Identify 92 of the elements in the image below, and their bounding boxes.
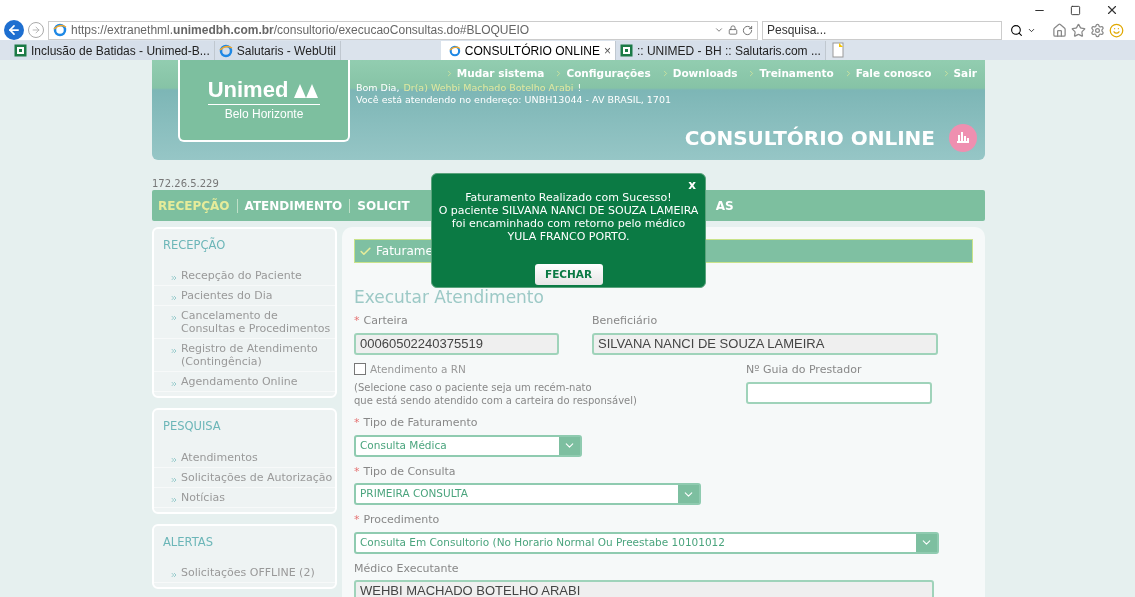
back-arrow-icon bbox=[7, 23, 21, 37]
browser-icon bbox=[448, 43, 461, 58]
refresh-icon[interactable] bbox=[742, 24, 753, 36]
success-text: Faturame bbox=[376, 243, 433, 260]
user-name: Dr(a) Wehbi Machado Botelho Arabi bbox=[403, 81, 574, 94]
sidebar-link[interactable]: Solicitações OFFLINE (2) bbox=[181, 565, 315, 579]
sidebar-link[interactable]: Atendimentos bbox=[181, 450, 258, 464]
sidebar-link[interactable]: Recepção do Paciente bbox=[181, 269, 302, 283]
smiley-icon[interactable] bbox=[1109, 22, 1124, 38]
bullet-icon bbox=[170, 314, 178, 323]
header-link[interactable]: Treinamento bbox=[759, 66, 834, 82]
required-mark: * bbox=[354, 313, 360, 329]
browser-icon bbox=[218, 43, 233, 58]
dialog-message: O paciente SILVANA NANCI DE SOUZA LAMEIRA foi encaminhado com retorno pelo médico YULA FRANCO PORTO. bbox=[437, 204, 700, 243]
field-label: Carteira bbox=[363, 313, 408, 329]
ip-address: 172.26.5.229 bbox=[152, 178, 219, 190]
bullet-icon bbox=[170, 455, 178, 464]
text-field[interactable]: SILVANA NANCI DE SOUZA LAMEIRA bbox=[592, 332, 938, 355]
bullet-icon bbox=[170, 475, 178, 484]
sidebar-link[interactable]: Solicitações de Autorização bbox=[181, 470, 333, 484]
text-field[interactable]: 00060502240375519 bbox=[354, 332, 559, 355]
tab-close[interactable]: × bbox=[603, 41, 611, 60]
checkbox-label: Atendimento a RN bbox=[370, 361, 466, 377]
required-mark: * bbox=[354, 463, 360, 480]
logo-name: Unimed bbox=[207, 77, 289, 102]
field-label: Tipo de Consulta bbox=[363, 463, 456, 480]
site-icon bbox=[14, 44, 27, 57]
search-icon[interactable] bbox=[1010, 23, 1023, 37]
required-mark: * bbox=[354, 512, 360, 529]
browser-tab[interactable]: Inclusão de Batidas - Unimed-B... bbox=[10, 41, 215, 60]
search-field[interactable]: Pesquisa... bbox=[762, 20, 1002, 40]
bullet-icon bbox=[170, 347, 178, 356]
header-link[interactable]: Downloads bbox=[672, 66, 738, 82]
field-label: Médico Executante bbox=[354, 560, 459, 577]
checkbox[interactable] bbox=[354, 363, 366, 376]
sidebar-link[interactable]: Registro de Atendimento (Contingência) bbox=[181, 342, 335, 369]
field-label: Procedimento bbox=[363, 512, 440, 529]
header-link[interactable]: Sair bbox=[953, 66, 977, 82]
form-heading: Executar Atendimento bbox=[354, 287, 545, 307]
forward-arrow-icon bbox=[31, 25, 41, 35]
address-text: Você está atendendo no endereço: UNBH13044 - AV BRASIL, 1701 bbox=[356, 93, 672, 106]
address-bar[interactable]: https://extranethml.unimedbh.com.br/consultorio/execucaoConsultas.do#BLOQUEIO bbox=[48, 20, 758, 40]
header-link[interactable]: Mudar sistema bbox=[456, 66, 545, 82]
sidebar-heading: PESQUISA bbox=[162, 418, 222, 436]
bullet-icon bbox=[170, 274, 178, 283]
field-label: Nº Guia do Prestador bbox=[746, 361, 862, 378]
site-icon bbox=[619, 44, 633, 57]
nav-tab[interactable]: SOLICIT bbox=[357, 196, 410, 215]
settings-icon[interactable] bbox=[1090, 22, 1105, 38]
greeting-end: ! bbox=[577, 81, 582, 94]
select-field[interactable]: PRIMEIRA CONSULTA bbox=[354, 483, 701, 506]
text-field[interactable]: WEHBI MACHADO BOTELHO ARABI bbox=[354, 580, 934, 597]
browser-tab[interactable]: :: UNIMED - BH :: Salutaris.com ... bbox=[615, 41, 826, 60]
back-button[interactable] bbox=[4, 20, 24, 40]
bullet-icon bbox=[170, 294, 178, 303]
browser-tab[interactable]: CONSULTÓRIO ONLINE × bbox=[440, 41, 616, 60]
greeting-text: Bom Dia, bbox=[356, 81, 400, 94]
chart-badge-icon bbox=[949, 123, 977, 152]
sidebar-link[interactable]: Notícias bbox=[181, 490, 225, 504]
check-icon bbox=[359, 244, 372, 258]
restore-icon[interactable] bbox=[1070, 4, 1081, 16]
logo-city: Belo Horizonte bbox=[224, 105, 304, 123]
dialog-title: Faturamento Realizado com Sucesso! bbox=[465, 191, 672, 204]
browser-tab[interactable]: Salutaris - WebUtil bbox=[214, 41, 341, 60]
hint-text: (Selecione caso o paciente seja um recém-nato que está sendo atendido com a carteira do responsável) bbox=[354, 381, 638, 408]
bullet-icon bbox=[170, 380, 178, 389]
bullet-icon bbox=[170, 495, 178, 504]
sidebar-heading: RECEPÇÃO bbox=[162, 236, 227, 254]
lock-icon bbox=[728, 25, 738, 35]
browser-icon bbox=[53, 23, 67, 37]
select-field[interactable]: Consulta Em Consultorio (No Horario Normal Ou Preestabe 10101012 bbox=[354, 531, 939, 554]
field-label: Tipo de Faturamento bbox=[363, 415, 478, 432]
close-icon[interactable] bbox=[1105, 3, 1119, 17]
sidebar-link[interactable]: Agendamento Online bbox=[181, 375, 298, 389]
header-link[interactable]: Configurações bbox=[566, 66, 651, 82]
page-title: CONSULTÓRIO ONLINE bbox=[684, 124, 935, 152]
sidebar-link[interactable]: Pacientes do Dia bbox=[181, 289, 273, 303]
close-dialog-button[interactable]: FECHAR bbox=[534, 264, 603, 285]
sidebar-link[interactable]: Cancelamento de Consultas e Procedimentos bbox=[181, 309, 335, 336]
header-link[interactable]: Fale conosco bbox=[855, 66, 932, 82]
guide-number-field[interactable] bbox=[746, 382, 932, 404]
home-icon[interactable] bbox=[1052, 22, 1067, 38]
close-button[interactable]: x bbox=[688, 176, 696, 194]
required-mark: * bbox=[354, 415, 360, 432]
select-field[interactable]: Consulta Médica bbox=[354, 434, 582, 457]
nav-tab[interactable]: RECEPÇÃO bbox=[158, 196, 230, 215]
bullet-icon bbox=[170, 570, 178, 579]
nav-tab[interactable]: AS bbox=[715, 196, 734, 215]
star-icon[interactable] bbox=[1071, 22, 1086, 38]
sidebar-heading: ALERTAS bbox=[162, 533, 214, 551]
nav-tab[interactable]: ATENDIMENTO bbox=[244, 196, 343, 215]
field-label: Beneficiário bbox=[592, 313, 658, 329]
